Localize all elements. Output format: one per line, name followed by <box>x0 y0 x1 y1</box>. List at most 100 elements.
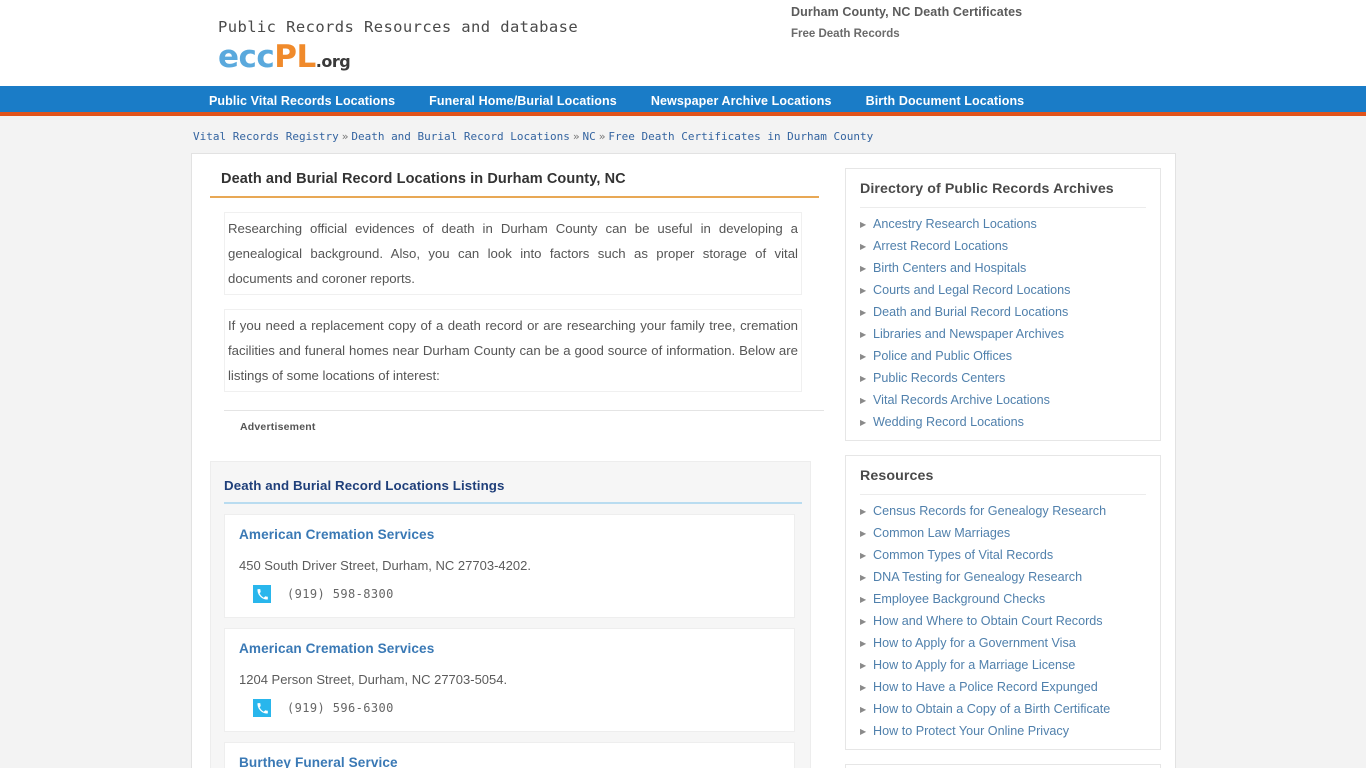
advertisement-slot <box>224 433 824 447</box>
chevron-right-icon: ▶ <box>860 639 867 648</box>
list-item: ▶ Public Records Centers <box>860 368 1146 390</box>
list-item: ▶ DNA Testing for Genealogy Research <box>860 567 1146 589</box>
sidebar-link[interactable]: Public Records Centers <box>873 370 1005 387</box>
sidebar-widget-title: Directory of Public Records Archives <box>860 181 1146 208</box>
sidebar-link[interactable]: Libraries and Newspaper Archives <box>873 326 1064 343</box>
sidebar-link[interactable]: Ancestry Research Locations <box>873 216 1037 233</box>
list-item: ▶ Census Records for Genealogy Research <box>860 501 1146 523</box>
sidebar-link[interactable]: Police and Public Offices <box>873 348 1012 365</box>
sidebar-widget: Search for Records▶Information Found on … <box>845 764 1161 768</box>
chevron-right-icon: ▶ <box>860 264 867 273</box>
sidebar-link[interactable]: How to Protect Your Online Privacy <box>873 723 1069 740</box>
listing-card: American Cremation Services 450 South Dri… <box>224 514 795 618</box>
main-column: Death and Burial Record Locations in Dur… <box>192 154 837 768</box>
chevron-right-icon: ▶ <box>860 507 867 516</box>
listing-card: Burthey Funeral Service1510 Fayetteville… <box>224 742 795 768</box>
list-item: ▶ Ancestry Research Locations <box>860 214 1146 236</box>
list-item: ▶ Vital Records Archive Locations <box>860 390 1146 412</box>
sidebar-link[interactable]: Birth Centers and Hospitals <box>873 260 1026 277</box>
logo-text-ecc: ecc <box>218 39 275 75</box>
site-logo[interactable]: eccPL.org <box>218 42 578 73</box>
listing-phone-number[interactable]: (919) 596-6300 <box>287 701 394 715</box>
sidebar-link[interactable]: Common Types of Vital Records <box>873 547 1053 564</box>
advertisement-section: Advertisement <box>224 410 824 447</box>
sidebar-widget: Directory of Public Records Archives ▶ Anc… <box>845 168 1161 441</box>
listing-phone-row: (919) 598-8300 <box>239 585 780 603</box>
list-item: ▶ Police and Public Offices <box>860 346 1146 368</box>
listing-card: American Cremation Services 1204 Person S… <box>224 628 795 732</box>
sidebar-link[interactable]: DNA Testing for Genealogy Research <box>873 569 1082 586</box>
breadcrumb-separator: » <box>598 130 606 143</box>
chevron-right-icon: ▶ <box>860 551 867 560</box>
list-item: ▶ How and Where to Obtain Court Records <box>860 611 1146 633</box>
sidebar: Directory of Public Records Archives ▶ Anc… <box>837 154 1175 768</box>
logo-text-pl: PL <box>274 39 316 75</box>
list-item: ▶ How to Apply for a Government Visa <box>860 633 1146 655</box>
breadcrumb-separator: » <box>341 130 349 143</box>
sidebar-link[interactable]: How to Have a Police Record Expunged <box>873 679 1098 696</box>
sidebar-link[interactable]: How to Apply for a Marriage License <box>873 657 1075 674</box>
phone-icon <box>253 699 271 717</box>
nav-item-3[interactable]: Birth Document Locations <box>862 94 1029 108</box>
main-navigation: Public Vital Records Locations Funeral Ho… <box>0 86 1366 116</box>
chevron-right-icon: ▶ <box>860 529 867 538</box>
sidebar-widget-title: Resources <box>860 468 1146 495</box>
list-item: ▶ Courts and Legal Record Locations <box>860 280 1146 302</box>
breadcrumb-separator: » <box>572 130 580 143</box>
page-title: Death and Burial Record Locations in Dur… <box>210 168 819 198</box>
sidebar-link[interactable]: How and Where to Obtain Court Records <box>873 613 1103 630</box>
chevron-right-icon: ▶ <box>860 330 867 339</box>
sidebar-link[interactable]: Employee Background Checks <box>873 591 1045 608</box>
listing-name-link[interactable]: American Cremation Services <box>239 641 780 656</box>
chevron-right-icon: ▶ <box>860 220 867 229</box>
sidebar-link[interactable]: Arrest Record Locations <box>873 238 1008 255</box>
list-item: ▶ Birth Centers and Hospitals <box>860 258 1146 280</box>
site-header: Public Records Resources and database ec… <box>0 0 1366 86</box>
sidebar-link[interactable]: Common Law Marriages <box>873 525 1010 542</box>
sidebar-link[interactable]: Death and Burial Record Locations <box>873 304 1068 321</box>
listings-list: American Cremation Services 450 South Dri… <box>219 514 802 768</box>
chevron-right-icon: ▶ <box>860 595 867 604</box>
chevron-right-icon: ▶ <box>860 617 867 626</box>
breadcrumb: Vital Records Registry» Death and Burial … <box>0 116 1366 153</box>
chevron-right-icon: ▶ <box>860 374 867 383</box>
breadcrumb-item-1[interactable]: Death and Burial Record Locations <box>351 130 570 143</box>
list-item: ▶ Death and Burial Record Locations <box>860 302 1146 324</box>
list-item: ▶ Common Law Marriages <box>860 523 1146 545</box>
breadcrumb-item-2[interactable]: NC <box>583 130 596 143</box>
breadcrumb-item-0[interactable]: Vital Records Registry <box>193 130 339 143</box>
listing-name-link[interactable]: American Cremation Services <box>239 527 780 542</box>
nav-item-1[interactable]: Funeral Home/Burial Locations <box>425 94 621 108</box>
chevron-right-icon: ▶ <box>860 683 867 692</box>
sidebar-link[interactable]: Courts and Legal Record Locations <box>873 282 1070 299</box>
chevron-right-icon: ▶ <box>860 242 867 251</box>
content-container: Death and Burial Record Locations in Dur… <box>191 153 1176 768</box>
nav-item-2[interactable]: Newspaper Archive Locations <box>647 94 836 108</box>
header-county-title: Durham County, NC Death Certificates <box>791 5 1023 19</box>
listing-phone-row: (919) 596-6300 <box>239 699 780 717</box>
header-page-label: Durham County, NC Death Certificates Fre… <box>791 5 1022 40</box>
sidebar-link[interactable]: Vital Records Archive Locations <box>873 392 1050 409</box>
phone-icon <box>253 585 271 603</box>
sidebar-widget: Resources ▶ Census Records for Genealogy R… <box>845 455 1161 750</box>
listings-container: Death and Burial Record Locations Listin… <box>210 461 811 768</box>
list-item: ▶ How to Obtain a Copy of a Birth Certifi… <box>860 699 1146 721</box>
header-county-subtitle: Free Death Records <box>791 28 900 40</box>
sidebar-widget-list: ▶ Census Records for Genealogy Research ▶ C… <box>860 501 1146 743</box>
chevron-right-icon: ▶ <box>860 727 867 736</box>
sidebar-link[interactable]: Census Records for Genealogy Research <box>873 503 1106 520</box>
listing-phone-number[interactable]: (919) 598-8300 <box>287 587 394 601</box>
chevron-right-icon: ▶ <box>860 286 867 295</box>
sidebar-link[interactable]: Wedding Record Locations <box>873 414 1024 431</box>
nav-item-0[interactable]: Public Vital Records Locations <box>205 94 399 108</box>
intro-paragraph-1-box: Researching official evidences of death … <box>224 212 802 295</box>
sidebar-link[interactable]: How to Apply for a Government Visa <box>873 635 1076 652</box>
sidebar-link[interactable]: How to Obtain a Copy of a Birth Certific… <box>873 701 1110 718</box>
sidebar-widget-list: ▶ Ancestry Research Locations ▶ Arrest Reco… <box>860 214 1146 434</box>
list-item: ▶ How to Apply for a Marriage License <box>860 655 1146 677</box>
site-brand[interactable]: Public Records Resources and database ec… <box>218 18 578 73</box>
list-item: ▶ Libraries and Newspaper Archives <box>860 324 1146 346</box>
listing-name-link[interactable]: Burthey Funeral Service <box>239 755 780 768</box>
breadcrumb-item-3[interactable]: Free Death Certificates in Durham County <box>608 130 873 143</box>
list-item: ▶ Common Types of Vital Records <box>860 545 1146 567</box>
